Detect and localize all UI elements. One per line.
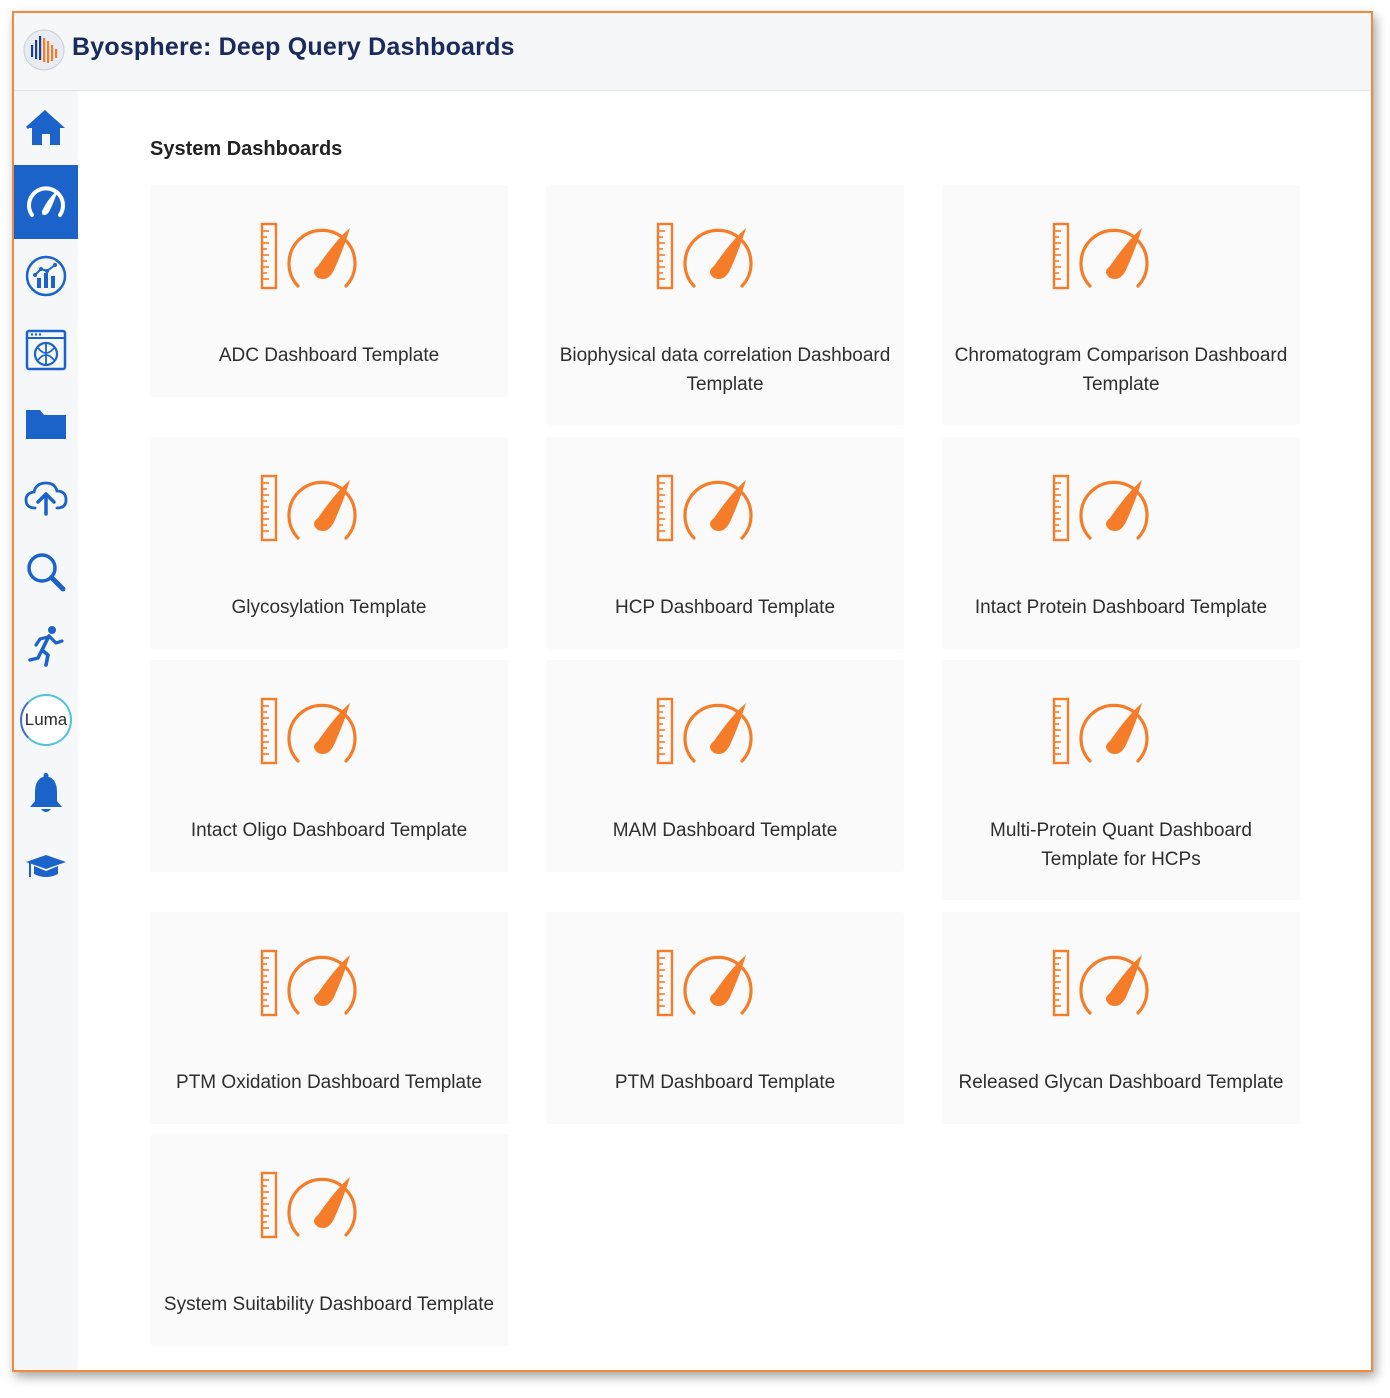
dashboard-template-card[interactable]: Chromatogram Comparison Dashboard Templa… [942, 185, 1300, 425]
dashboard-template-icon [260, 697, 357, 765]
dashboard-template-label: Chromatogram Comparison Dashboard Templa… [954, 345, 1288, 395]
sidebar-item-notifications[interactable] [14, 757, 78, 831]
dashboard-template-card[interactable]: MAM Dashboard Template [546, 660, 904, 872]
dashboard-template-icon [656, 697, 753, 765]
app-title: Byosphere: Deep Query Dashboards [72, 33, 515, 61]
sidebar-item-learning[interactable] [14, 831, 78, 905]
dashboard-template-card[interactable]: ADC Dashboard Template [150, 185, 508, 397]
dashboard-template-label: Glycosylation Template [231, 597, 427, 618]
dashboard-template-card[interactable]: Intact Protein Dashboard Template [942, 437, 1300, 649]
sidebar-item-browser[interactable] [14, 313, 78, 387]
sidebar-nav: Luma [14, 91, 78, 1370]
dashboard-template-label: ADC Dashboard Template [218, 345, 440, 366]
dashboard-template-card[interactable]: Glycosylation Template [150, 437, 508, 649]
dashboard-template-label: PTM Dashboard Template [614, 1072, 836, 1093]
sidebar-item-search[interactable] [14, 535, 78, 609]
sidebar-item-activity[interactable] [14, 609, 78, 683]
dashboard-template-card[interactable]: Multi-Protein Quant Dashboard Template f… [942, 660, 1300, 900]
byosphere-logo [23, 29, 65, 71]
dashboard-template-card[interactable]: Biophysical data correlation Dashboard T… [546, 185, 904, 425]
dashboard-template-icon [1052, 474, 1149, 542]
sidebar-item-luma[interactable]: Luma [14, 683, 78, 757]
analytics-icon [25, 255, 67, 297]
dashboard-template-card[interactable]: PTM Oxidation Dashboard Template [150, 912, 508, 1124]
luma-badge: Luma [20, 694, 72, 746]
bell-icon [30, 773, 62, 812]
sidebar-item-upload[interactable] [14, 461, 78, 535]
dashboard-template-label: MAM Dashboard Template [612, 820, 838, 841]
dashboard-template-icon [1052, 222, 1149, 290]
sidebar-item-files[interactable] [14, 387, 78, 461]
dashboard-template-label: Intact Protein Dashboard Template [974, 597, 1268, 618]
dashboard-template-label: HCP Dashboard Template [614, 597, 836, 618]
home-icon [25, 109, 65, 145]
dashboard-template-card[interactable]: HCP Dashboard Template [546, 437, 904, 649]
dashboard-template-card[interactable]: Intact Oligo Dashboard Template [150, 660, 508, 872]
main-content: System Dashboards ADC Dashboard Template… [78, 91, 1371, 1370]
dashboard-gauge-icon [27, 186, 65, 217]
dashboard-template-icon [260, 949, 357, 1017]
dashboard-template-icon [1052, 949, 1149, 1017]
dashboard-template-card[interactable]: PTM Dashboard Template [546, 912, 904, 1124]
dashboard-template-icon [656, 949, 753, 1017]
dashboard-template-icon [260, 1171, 357, 1239]
cloud-upload-icon [24, 481, 68, 516]
sidebar-item-analytics[interactable] [14, 239, 78, 313]
dashboard-template-icon [656, 474, 753, 542]
dashboard-template-label: Released Glycan Dashboard Template [958, 1072, 1284, 1093]
dashboard-template-label: System Suitability Dashboard Template [163, 1294, 495, 1315]
graduation-cap-icon [26, 855, 66, 877]
dashboard-template-label: PTM Oxidation Dashboard Template [176, 1072, 482, 1093]
dashboard-template-icon [260, 474, 357, 542]
dashboard-template-icon [260, 222, 357, 290]
dashboard-template-card[interactable]: Released Glycan Dashboard Template [942, 912, 1300, 1124]
dashboard-template-card[interactable]: System Suitability Dashboard Template [150, 1134, 508, 1346]
search-icon [27, 553, 66, 592]
dashboard-template-label: Multi-Protein Quant Dashboard Template f… [990, 820, 1252, 870]
browser-protein-icon [25, 329, 67, 371]
running-person-icon [28, 626, 64, 667]
luma-label: Luma [24, 710, 68, 729]
sidebar-item-home[interactable] [14, 91, 78, 165]
section-title: System Dashboards [150, 138, 343, 160]
dashboard-template-icon [656, 222, 753, 290]
dashboard-template-icon [1052, 697, 1149, 765]
folder-icon [26, 410, 66, 439]
app-window: Byosphere: Deep Query Dashboards Luma Sy… [12, 11, 1373, 1372]
app-header: Byosphere: Deep Query Dashboards [14, 13, 1371, 91]
dashboard-template-label: Biophysical data correlation Dashboard T… [559, 345, 891, 395]
dashboard-template-label: Intact Oligo Dashboard Template [190, 820, 468, 841]
sidebar-item-dashboards[interactable] [14, 165, 78, 239]
